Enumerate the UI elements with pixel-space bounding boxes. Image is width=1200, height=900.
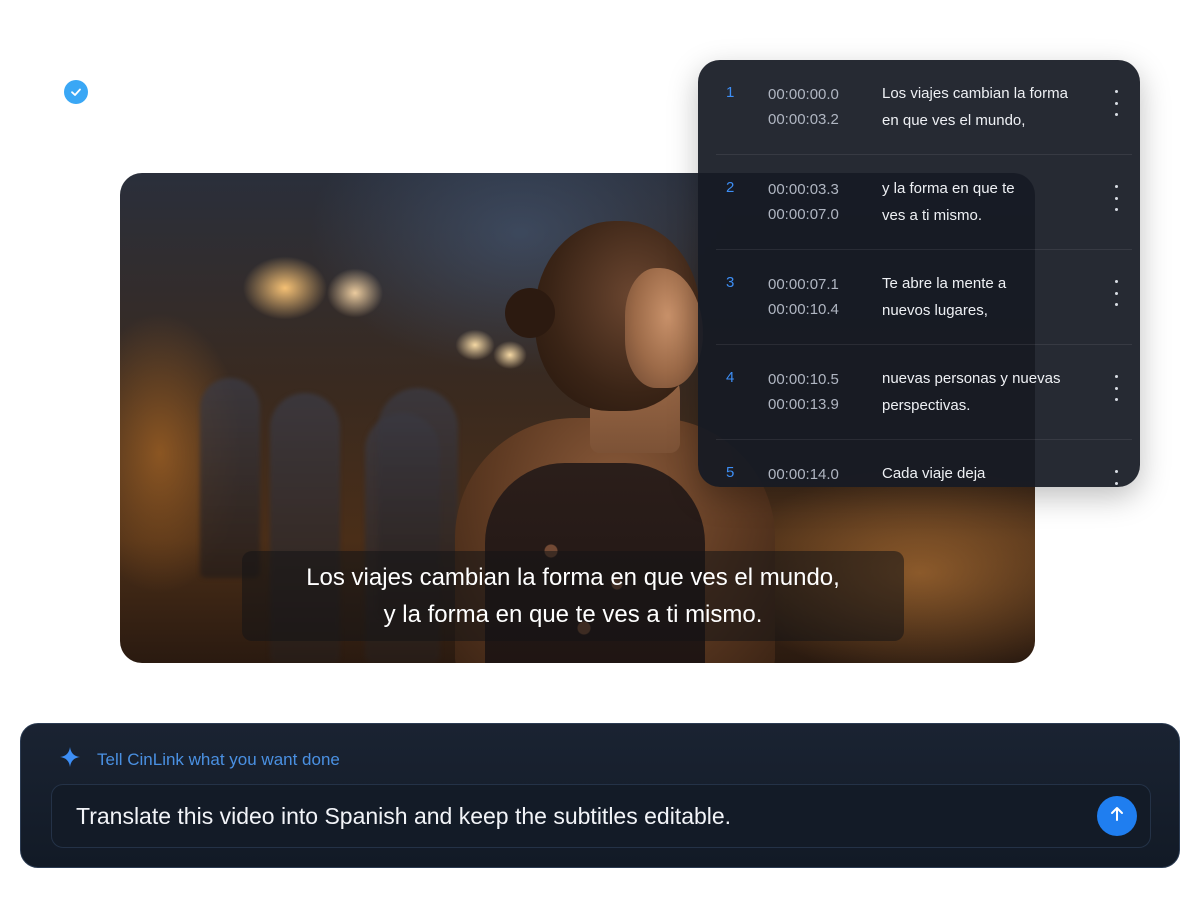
- subtitle-end-time: 00:00:03.2: [768, 111, 839, 128]
- subtitle-text-line: nuevos lugares,: [882, 302, 988, 319]
- subtitle-row[interactable]: 3 00:00:07.1 00:00:10.4 Te abre la mente…: [716, 250, 1132, 345]
- prompt-card: Tell CinLink what you want done: [20, 723, 1180, 868]
- subtitle-start-time: 00:00:03.3: [768, 181, 839, 198]
- subtitle-start-time: 00:00:07.1: [768, 276, 839, 293]
- subtitle-text[interactable]: Cada viaje deja: [882, 460, 1102, 487]
- subtitle-index: 2: [726, 179, 735, 196]
- subtitle-text[interactable]: Los viajes cambian la forma en que ves e…: [882, 80, 1102, 134]
- subtitle-row[interactable]: 1 00:00:00.0 00:00:03.2 Los viajes cambi…: [716, 60, 1132, 155]
- subtitle-end-time: 00:00:10.4: [768, 301, 839, 318]
- subtitle-text-line: perspectivas.: [882, 397, 971, 414]
- subtitle-list-panel[interactable]: 1 00:00:00.0 00:00:03.2 Los viajes cambi…: [698, 60, 1140, 487]
- subtitle-index: 1: [726, 84, 735, 101]
- more-options-icon[interactable]: [1110, 470, 1122, 487]
- send-button[interactable]: [1097, 796, 1137, 836]
- subtitle-text-line: ves a ti mismo.: [882, 207, 983, 224]
- subtitle-text[interactable]: Te abre la mente a nuevos lugares,: [882, 270, 1102, 324]
- subtitle-start-time: 00:00:10.5: [768, 371, 839, 388]
- subtitle-timecode[interactable]: 00:00:00.0 00:00:03.2: [768, 82, 839, 132]
- subtitle-text-line: en que ves el mundo,: [882, 112, 1026, 129]
- more-options-icon[interactable]: [1110, 375, 1122, 401]
- subtitle-timecode[interactable]: 00:00:03.3 00:00:07.0: [768, 177, 839, 227]
- prompt-header: Tell CinLink what you want done: [59, 746, 340, 773]
- subtitle-timecode[interactable]: 00:00:07.1 00:00:10.4: [768, 272, 839, 322]
- subtitle-index: 4: [726, 369, 735, 386]
- prompt-input-box[interactable]: [51, 784, 1151, 848]
- background-figure: [200, 378, 260, 578]
- subtitle-text-line: Cada viaje deja: [882, 465, 986, 482]
- more-options-icon[interactable]: [1110, 185, 1122, 211]
- video-subtitle-line: y la forma en que te ves a ti mismo.: [383, 601, 763, 628]
- subtitle-timecode[interactable]: 00:00:10.5 00:00:13.9: [768, 367, 839, 417]
- subtitle-text-line: nuevas personas y nuevas: [882, 370, 1061, 387]
- subtitle-text[interactable]: nuevas personas y nuevas perspectivas.: [882, 365, 1102, 419]
- subtitle-start-time: 00:00:14.0: [768, 466, 839, 483]
- subtitle-text-line: Te abre la mente a: [882, 275, 1007, 292]
- sparkle-icon: [59, 746, 81, 773]
- more-options-icon[interactable]: [1110, 90, 1122, 116]
- subtitle-timecode[interactable]: 00:00:14.0: [768, 462, 839, 487]
- subtitle-text-line: y la forma en que te: [882, 180, 1015, 197]
- subtitle-end-time: 00:00:13.9: [768, 396, 839, 413]
- video-subtitle-overlay: Los viajes cambian la forma en que ves e…: [242, 551, 904, 641]
- prompt-input[interactable]: [76, 785, 1076, 847]
- prompt-header-label: Tell CinLink what you want done: [97, 749, 340, 769]
- more-options-icon[interactable]: [1110, 280, 1122, 306]
- person-hair-bun: [505, 288, 555, 338]
- check-circle-icon: [64, 80, 88, 104]
- subtitle-index: 3: [726, 274, 735, 291]
- subtitle-row[interactable]: 4 00:00:10.5 00:00:13.9 nuevas personas …: [716, 345, 1132, 440]
- subtitle-row[interactable]: 2 00:00:03.3 00:00:07.0 y la forma en qu…: [716, 155, 1132, 250]
- subtitle-end-time: 00:00:07.0: [768, 206, 839, 223]
- subtitle-text[interactable]: y la forma en que te ves a ti mismo.: [882, 175, 1102, 229]
- arrow-up-icon: [1108, 805, 1126, 828]
- video-subtitle-line: Los viajes cambian la forma en que ves e…: [306, 564, 840, 591]
- subtitle-start-time: 00:00:00.0: [768, 86, 839, 103]
- subtitle-index: 5: [726, 464, 735, 481]
- subtitle-row[interactable]: 5 00:00:14.0 Cada viaje deja: [716, 440, 1132, 487]
- subtitle-text-line: Los viajes cambian la forma: [882, 85, 1068, 102]
